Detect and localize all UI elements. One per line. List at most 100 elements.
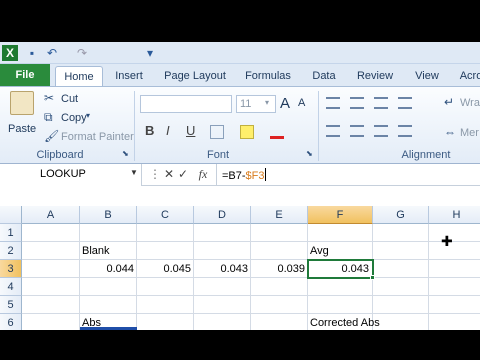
underline-button[interactable]: U	[186, 123, 195, 138]
top-align-icon[interactable]	[326, 97, 340, 109]
formula-input[interactable]: =B7-$F3	[222, 168, 266, 182]
enter-button[interactable]: ✓	[176, 167, 190, 181]
gridline	[428, 224, 429, 330]
mouse-cursor-icon: ✚	[441, 233, 453, 249]
merge-center-button[interactable]: Mer	[460, 127, 479, 139]
bottom-align-icon[interactable]	[374, 97, 388, 109]
column-header-a[interactable]: A	[22, 206, 80, 224]
tab-insert[interactable]: Insert	[108, 66, 150, 86]
save-icon[interactable]: ▪	[24, 45, 40, 61]
font-color-icon[interactable]	[270, 125, 284, 139]
column-header-b[interactable]: B	[80, 206, 137, 224]
row-header-2[interactable]: 2	[0, 242, 22, 260]
column-header-g[interactable]: G	[373, 206, 429, 224]
cut-button[interactable]: Cut	[61, 93, 78, 105]
cell-c3[interactable]: 0.045	[137, 260, 191, 278]
group-divider	[318, 91, 319, 161]
group-divider	[134, 91, 135, 161]
column-header-d[interactable]: D	[194, 206, 251, 224]
alignment-group-label: Alignment	[401, 149, 451, 161]
formula-bar: LOOKUP ▼ ⋮ ✕ ✓ fx =B7-$F3	[0, 164, 480, 186]
formula-reference: $F3	[245, 170, 265, 182]
chevron-down-icon: ▾	[265, 98, 270, 107]
row-header-5[interactable]: 5	[0, 296, 22, 314]
tab-file[interactable]: File	[0, 64, 50, 86]
tab-view[interactable]: View	[408, 66, 446, 86]
font-group-label: Font	[206, 149, 229, 161]
quick-access-toolbar: X ▪ ↶ ↷ ▾	[0, 42, 480, 64]
column-header-e[interactable]: E	[251, 206, 308, 224]
fill-handle[interactable]	[370, 275, 375, 280]
column-header-h[interactable]: H	[429, 206, 480, 224]
tab-page-layout[interactable]: Page Layout	[160, 66, 230, 86]
video-letterbox-top	[0, 0, 480, 42]
cell-f2[interactable]: Avg	[310, 242, 329, 260]
copy-button[interactable]: Copy	[61, 112, 87, 124]
cell-e3[interactable]: 0.039	[251, 260, 305, 278]
align-left-icon[interactable]	[326, 125, 340, 137]
paste-icon[interactable]	[10, 91, 34, 115]
select-all-corner[interactable]	[0, 206, 22, 224]
format-painter-button[interactable]: Format Painter	[61, 131, 134, 143]
copy-icon: ⧉	[44, 110, 53, 124]
customize-qat-icon[interactable]: ▾	[142, 45, 158, 61]
chevron-down-icon[interactable]: ▼	[130, 168, 138, 177]
merge-icon: ⇔	[444, 125, 456, 139]
wrap-text-button[interactable]: Wra	[460, 97, 480, 109]
cut-icon: ✂	[44, 91, 55, 105]
borders-icon[interactable]	[210, 125, 224, 139]
font-size-dropdown[interactable]: 11 ▾	[236, 95, 276, 113]
text-caret	[264, 168, 266, 181]
name-box-value: LOOKUP	[40, 168, 86, 180]
tab-data[interactable]: Data	[306, 66, 342, 86]
column-header-f[interactable]: F	[308, 206, 373, 224]
indent-icon[interactable]	[398, 125, 412, 137]
insert-function-button[interactable]: fx	[194, 167, 212, 182]
middle-align-icon[interactable]	[350, 97, 364, 109]
font-size-value: 11	[240, 98, 252, 110]
tab-review[interactable]: Review	[352, 66, 398, 86]
italic-button[interactable]: I	[166, 123, 170, 138]
orientation-icon[interactable]	[398, 97, 412, 109]
clipboard-launcher-icon[interactable]: ⬊	[122, 149, 129, 158]
shrink-font-button[interactable]: A	[298, 97, 305, 109]
font-launcher-icon[interactable]: ⬊	[306, 149, 313, 158]
formula-divider	[216, 164, 217, 186]
excel-window: X ▪ ↶ ↷ ▾ File Home Insert Page Layout F…	[0, 0, 480, 360]
cell-b3[interactable]: 0.044	[80, 260, 134, 278]
row-header-1[interactable]: 1	[0, 224, 22, 242]
cancel-entry-button[interactable]: ✕	[162, 167, 176, 181]
active-cell-border	[307, 259, 374, 279]
worksheet-grid[interactable]: A B C D E F G H 1 2 3 4 5 6 Blank Avg 0.…	[0, 206, 480, 332]
gridline	[22, 295, 480, 296]
redo-icon[interactable]: ↷	[74, 45, 90, 61]
bold-button[interactable]: B	[145, 123, 154, 138]
font-name-dropdown[interactable]	[140, 95, 232, 113]
undo-icon[interactable]: ↶	[44, 45, 60, 61]
row-header-3[interactable]: 3	[0, 260, 22, 278]
formula-prefix: =B7-	[222, 170, 246, 182]
align-right-icon[interactable]	[374, 125, 388, 137]
paste-button[interactable]: Paste	[8, 123, 36, 135]
ribbon-tabs: File Home Insert Page Layout Formulas Da…	[0, 64, 480, 87]
wrap-text-icon: ↵	[444, 95, 455, 109]
cell-d3[interactable]: 0.043	[194, 260, 248, 278]
align-center-icon[interactable]	[350, 125, 364, 137]
column-header-c[interactable]: C	[137, 206, 194, 224]
clipboard-group-label: Clipboard	[36, 149, 84, 161]
ribbon: Paste ✂ Cut ⧉ Copy ▾ 🖌 Format Painter Cl…	[0, 86, 480, 164]
cell-b2[interactable]: Blank	[82, 242, 110, 260]
row-header-4[interactable]: 4	[0, 278, 22, 296]
excel-logo-icon[interactable]: X	[2, 45, 18, 61]
name-box[interactable]: LOOKUP ▼	[0, 164, 142, 186]
format-painter-icon: 🖌	[44, 129, 60, 143]
grow-font-button[interactable]: A	[280, 95, 290, 112]
formula-bar-drag-handle[interactable]: ⋮	[148, 167, 162, 181]
fill-color-icon[interactable]	[240, 125, 254, 139]
video-letterbox-bottom	[0, 330, 480, 360]
tab-acrobat[interactable]: Acro	[456, 66, 480, 86]
copy-dropdown-icon[interactable]: ▾	[86, 111, 90, 120]
tab-formulas[interactable]: Formulas	[240, 66, 296, 86]
tab-home[interactable]: Home	[55, 66, 103, 87]
spacer	[0, 186, 480, 206]
